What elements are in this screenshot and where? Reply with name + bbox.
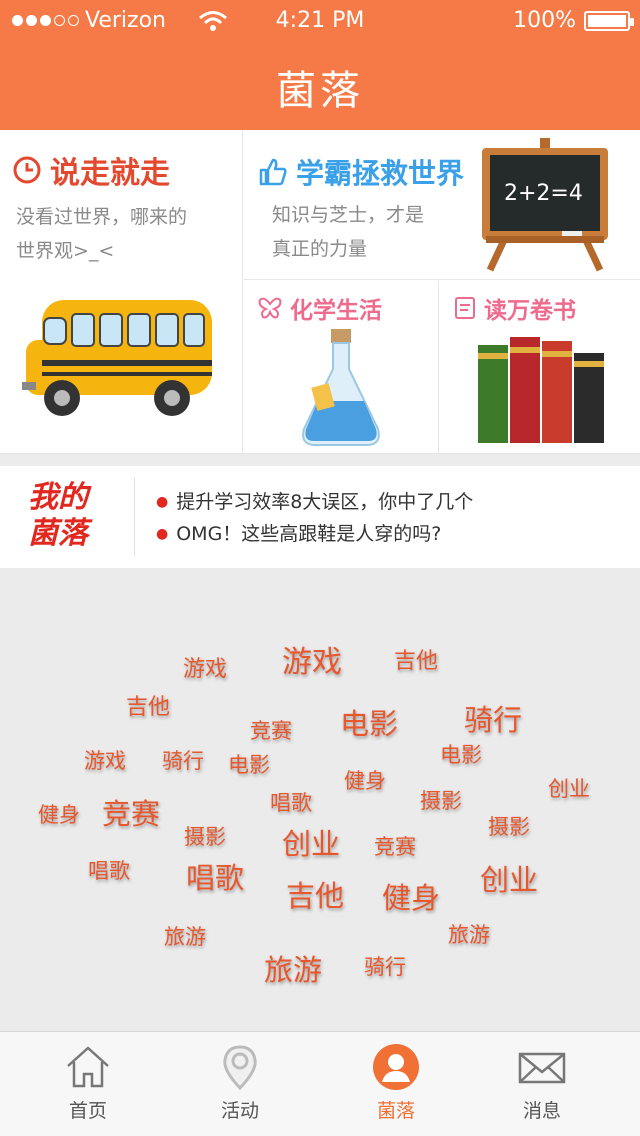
tag[interactable]: 旅游 bbox=[164, 921, 206, 951]
tag[interactable]: 竞赛 bbox=[102, 791, 160, 833]
tab-messages[interactable]: 消息 bbox=[462, 1032, 622, 1136]
status-bar: Verizon 4:21 PM 100% bbox=[0, 6, 640, 38]
tag[interactable]: 摄影 bbox=[488, 811, 530, 841]
card-travel-desc-1: 没看过世界，哪来的 bbox=[16, 206, 188, 228]
tag[interactable]: 游戏 bbox=[84, 745, 126, 775]
tab-bar: 首页 活动 菌落 消息 bbox=[0, 1031, 640, 1136]
svg-text:2+2=4: 2+2=4 bbox=[504, 181, 583, 206]
page-title: 菌落 bbox=[276, 68, 364, 114]
tag[interactable]: 竞赛 bbox=[374, 831, 416, 861]
battery-indicator: 100% bbox=[513, 8, 634, 33]
document-icon bbox=[455, 297, 475, 319]
card-reading-title: 读万卷书 bbox=[484, 298, 576, 324]
tab-activity[interactable]: 活动 bbox=[160, 1032, 320, 1136]
tag[interactable]: 旅游 bbox=[448, 919, 490, 949]
tag[interactable]: 健身 bbox=[38, 799, 80, 829]
tag[interactable]: 创业 bbox=[548, 773, 590, 803]
tag[interactable]: 摄影 bbox=[184, 821, 226, 851]
bullet-icon: ● bbox=[156, 526, 169, 542]
flask-image bbox=[302, 329, 380, 446]
tag[interactable]: 唱歌 bbox=[88, 855, 130, 885]
tag[interactable]: 吉他 bbox=[394, 643, 438, 675]
tag[interactable]: 健身 bbox=[382, 875, 440, 917]
tag[interactable]: 旅游 bbox=[264, 947, 322, 989]
user-icon bbox=[373, 1044, 419, 1090]
tag[interactable]: 骑行 bbox=[162, 745, 204, 775]
tab-messages-label: 消息 bbox=[522, 1100, 561, 1122]
tag-cloud: 游戏 游戏 吉他 吉他 竞赛 电影 骑行 游戏 骑行 电影 电影 健身 创业 唱… bbox=[0, 569, 640, 1031]
announcement-bar: 我的 菌落 ● 提升学习效率8大误区，你中了几个 ● OMG！这些高跟鞋是人穿的… bbox=[0, 466, 640, 568]
books-image bbox=[478, 337, 604, 443]
card-study-title: 学霸拯救世界 bbox=[296, 157, 465, 190]
tag[interactable]: 吉他 bbox=[286, 873, 344, 915]
location-icon bbox=[223, 1045, 257, 1091]
tag[interactable]: 竞赛 bbox=[250, 715, 292, 745]
tag[interactable]: 电影 bbox=[440, 739, 482, 769]
home-icon bbox=[67, 1046, 109, 1088]
card-chemistry-title: 化学生活 bbox=[290, 298, 382, 324]
tag[interactable]: 电影 bbox=[340, 701, 398, 743]
butterfly-icon bbox=[258, 297, 282, 319]
tag[interactable]: 吉他 bbox=[126, 689, 170, 721]
feature-grid: 说走就走 没看过世界，哪来的 世界观>_< 学霸拯救世界 知识与芝士，才是 真正… bbox=[0, 130, 640, 454]
card-study-desc-2: 真正的力量 bbox=[272, 238, 368, 260]
card-reading[interactable]: 读万卷书 bbox=[440, 281, 640, 454]
card-study-desc-1: 知识与芝士，才是 bbox=[272, 204, 425, 226]
tag[interactable]: 游戏 bbox=[282, 637, 342, 681]
battery-icon bbox=[584, 10, 634, 31]
clock-icon bbox=[13, 156, 41, 184]
thumbs-up-icon bbox=[259, 158, 287, 186]
tab-activity-label: 活动 bbox=[220, 1100, 259, 1122]
tag[interactable]: 摄影 bbox=[420, 785, 462, 815]
card-travel[interactable]: 说走就走 没看过世界，哪来的 世界观>_< bbox=[0, 130, 243, 454]
tab-colony-label: 菌落 bbox=[376, 1100, 415, 1122]
tab-home[interactable]: 首页 bbox=[8, 1032, 168, 1136]
my-colony-logo: 我的 菌落 bbox=[28, 480, 88, 551]
tag[interactable]: 唱歌 bbox=[186, 855, 244, 897]
divider bbox=[134, 478, 135, 556]
tag[interactable]: 创业 bbox=[282, 821, 340, 863]
tab-colony[interactable]: 菌落 bbox=[316, 1032, 476, 1136]
news-list: ● 提升学习效率8大误区，你中了几个 ● OMG！这些高跟鞋是人穿的吗? bbox=[156, 486, 473, 550]
tag[interactable]: 游戏 bbox=[183, 651, 227, 683]
card-travel-title: 说走就走 bbox=[50, 156, 170, 191]
tag[interactable]: 健身 bbox=[344, 765, 386, 795]
tag[interactable]: 骑行 bbox=[364, 951, 406, 981]
card-study[interactable]: 学霸拯救世界 知识与芝士，才是 真正的力量 2+2=4 bbox=[244, 130, 640, 280]
tag[interactable]: 骑行 bbox=[464, 697, 522, 739]
app-header: Verizon 4:21 PM 100% 菌落 bbox=[0, 0, 640, 130]
news-item[interactable]: ● OMG！这些高跟鞋是人穿的吗? bbox=[156, 518, 473, 550]
battery-percent: 100% bbox=[513, 8, 576, 33]
tag[interactable]: 创业 bbox=[480, 857, 538, 899]
card-chemistry[interactable]: 化学生活 bbox=[244, 281, 439, 454]
school-bus-image bbox=[22, 300, 212, 416]
card-travel-desc-2: 世界观>_< bbox=[16, 240, 115, 262]
mail-icon bbox=[518, 1052, 566, 1084]
news-item[interactable]: ● 提升学习效率8大误区，你中了几个 bbox=[156, 486, 473, 518]
bullet-icon: ● bbox=[156, 494, 169, 510]
tag[interactable]: 电影 bbox=[228, 749, 270, 779]
chalkboard-image: 2+2=4 bbox=[482, 138, 608, 272]
tag[interactable]: 唱歌 bbox=[270, 787, 312, 817]
tab-home-label: 首页 bbox=[68, 1100, 107, 1122]
